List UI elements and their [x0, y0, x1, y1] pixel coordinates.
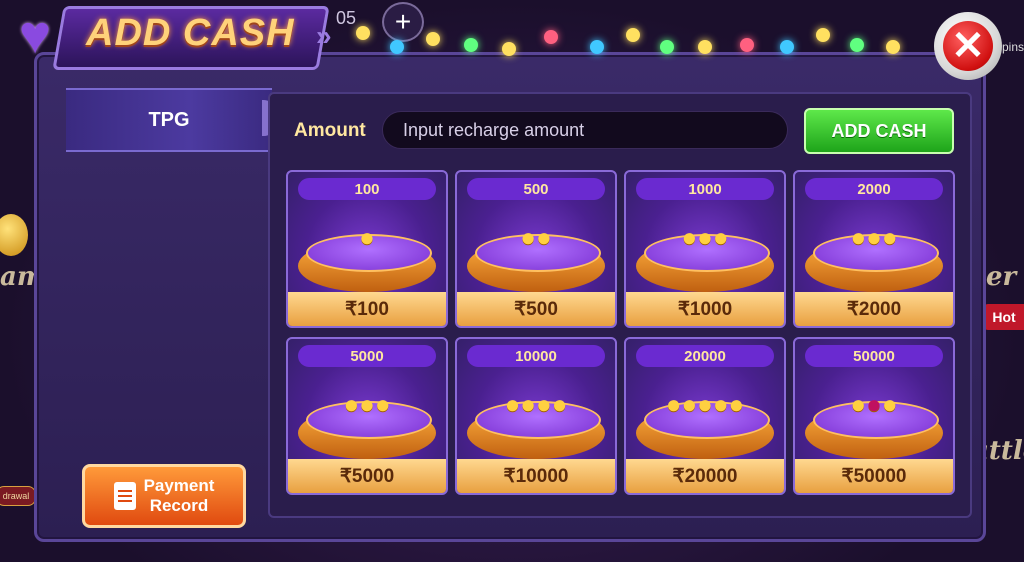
dialog-title: ADD CASH: [86, 12, 295, 54]
amount-option-card[interactable]: 50000 ●●● ₹50000: [793, 337, 955, 495]
coin-stack-icon: ●●●: [850, 222, 898, 252]
card-price: ₹1000: [626, 292, 784, 326]
card-amount-tag: 10000: [467, 345, 605, 367]
card-amount-tag: 1000: [636, 178, 774, 200]
coin-pile-icon: ●●●●●: [665, 389, 745, 419]
light-bulb-icon: [390, 40, 404, 54]
tab-tpg[interactable]: TPG: [66, 88, 272, 152]
light-bulb-icon: [816, 28, 830, 42]
amount-option-card[interactable]: 1000 ●●● ₹1000: [624, 170, 786, 328]
light-bulb-icon: [426, 32, 440, 46]
card-price: ₹100: [288, 292, 446, 326]
light-bulb-icon: [356, 26, 370, 40]
light-bulb-icon: [660, 40, 674, 54]
card-price: ₹500: [457, 292, 615, 326]
amount-option-card[interactable]: 5000 ●●● ₹5000: [286, 337, 448, 495]
money-bag-icon: ●●●: [850, 389, 898, 419]
coin-stack-icon: ●●: [520, 222, 552, 252]
coin-pile-icon: ●●●●: [504, 389, 568, 419]
coin-icon: ●: [359, 222, 375, 252]
light-bulb-icon: [886, 40, 900, 54]
light-bulb-icon: [698, 40, 712, 54]
amount-label: Amount: [294, 120, 366, 141]
card-amount-tag: 50000: [805, 345, 943, 367]
amount-option-card[interactable]: 10000 ●●●● ₹10000: [455, 337, 617, 495]
card-amount-tag: 500: [467, 178, 605, 200]
hot-badge: Hot: [984, 304, 1024, 330]
payment-record-line1: Payment: [143, 476, 215, 495]
light-bulb-icon: [590, 40, 604, 54]
chevrons-icon: »: [316, 20, 332, 51]
amount-option-card[interactable]: 100 ● ₹100: [286, 170, 448, 328]
close-button[interactable]: ✕: [934, 12, 1002, 80]
light-bulb-icon: [780, 40, 794, 54]
light-bulb-icon: [544, 30, 558, 44]
coin-stack-icon: ●●●: [681, 222, 729, 252]
card-amount-tag: 5000: [298, 345, 436, 367]
add-cash-button[interactable]: ADD CASH: [804, 108, 954, 154]
title-bar: ♥ ADD CASH »: [0, 0, 340, 70]
card-price: ₹2000: [795, 292, 953, 326]
amount-option-card[interactable]: 2000 ●●● ₹2000: [793, 170, 955, 328]
payment-record-button[interactable]: Payment Record: [82, 464, 246, 528]
light-bulb-icon: [464, 38, 478, 52]
light-bulb-icon: [502, 42, 516, 56]
card-price: ₹10000: [457, 459, 615, 493]
spins-label: pins: [1001, 40, 1024, 54]
amount-option-card[interactable]: 500 ●● ₹500: [455, 170, 617, 328]
amount-input[interactable]: Input recharge amount: [382, 111, 788, 149]
card-price: ₹50000: [795, 459, 953, 493]
coin-stack-icon: ●●●: [343, 389, 391, 419]
light-bulb-icon: [850, 38, 864, 52]
light-bulb-icon: [626, 28, 640, 42]
card-amount-tag: 2000: [805, 178, 943, 200]
card-amount-tag: 100: [298, 178, 436, 200]
payment-record-line2: Record: [149, 496, 209, 515]
withdraw-badge: drawal: [0, 486, 36, 506]
light-bulb-icon: [740, 38, 754, 52]
card-price: ₹5000: [288, 459, 446, 493]
document-icon: [113, 482, 136, 510]
amount-option-card[interactable]: 20000 ●●●●● ₹20000: [624, 337, 786, 495]
close-icon[interactable]: ✕: [943, 21, 993, 71]
payment-record-label: Payment Record: [144, 476, 215, 516]
card-price: ₹20000: [626, 459, 784, 493]
string-lights: [346, 22, 966, 62]
card-amount-tag: 20000: [636, 345, 774, 367]
